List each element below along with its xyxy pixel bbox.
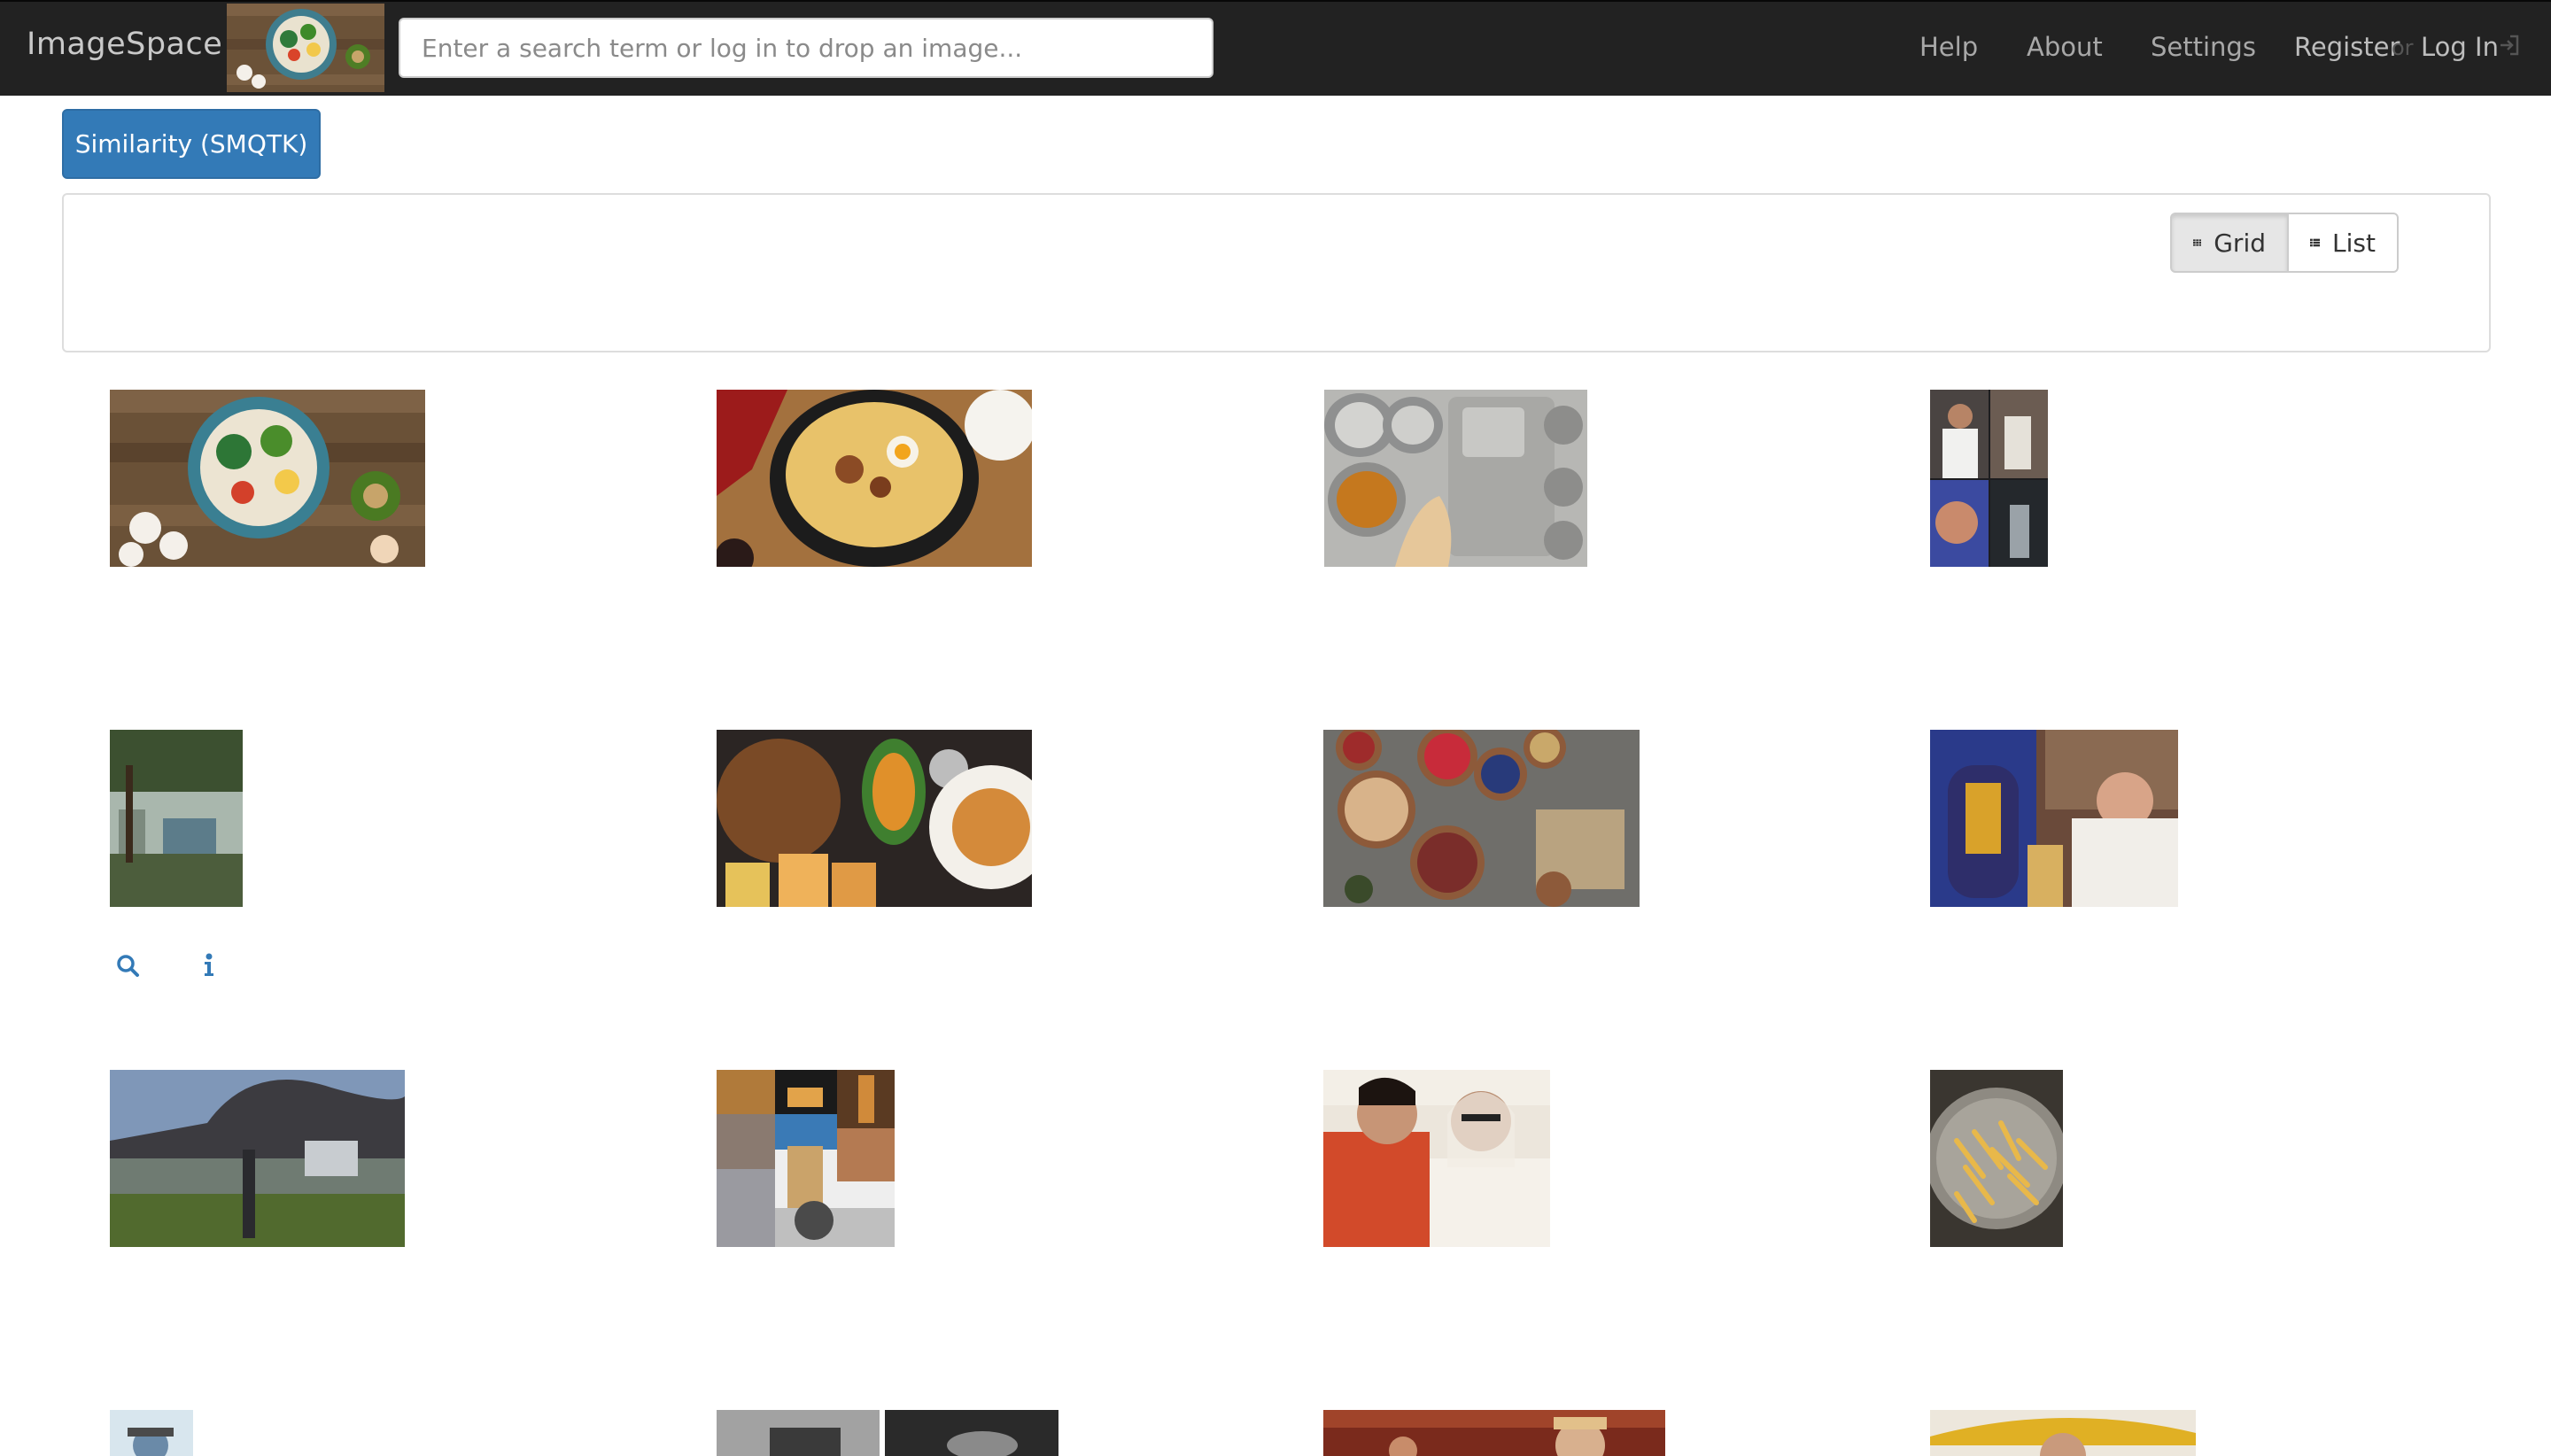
- result-image-thumbnail[interactable]: [110, 730, 243, 907]
- similarity-smqtk-button[interactable]: Similarity (SMQTK): [62, 109, 321, 179]
- result-image-thumbnail[interactable]: [110, 1410, 193, 1456]
- result-image-thumbnail[interactable]: [717, 1410, 1058, 1456]
- drop-image-thumbnail[interactable]: [227, 4, 384, 92]
- result-image-thumbnail[interactable]: [1930, 390, 2048, 567]
- result-image-thumbnail[interactable]: [110, 390, 425, 567]
- result-image-thumbnail[interactable]: [1324, 390, 1587, 567]
- result-image-thumbnail[interactable]: [1930, 730, 2178, 907]
- view-toggle-group: Grid List: [2170, 213, 2399, 273]
- grid-view-label: Grid: [2214, 228, 2266, 258]
- result-image-thumbnail[interactable]: [1323, 1070, 1550, 1247]
- nav-login-link[interactable]: Log In: [2421, 32, 2499, 62]
- result-image-thumbnail[interactable]: [1323, 1410, 1665, 1456]
- list-icon: [2310, 238, 2321, 247]
- result-image-thumbnail[interactable]: [717, 390, 1032, 567]
- list-view-label: List: [2332, 228, 2376, 258]
- nav-register-link[interactable]: Register: [2294, 32, 2400, 62]
- nav-about-link[interactable]: About: [2027, 32, 2103, 62]
- nav-help-link[interactable]: Help: [1919, 32, 1978, 62]
- nav-settings-link[interactable]: Settings: [2151, 32, 2256, 62]
- login-icon[interactable]: [2498, 34, 2521, 57]
- grid-icon: [2193, 239, 2202, 246]
- list-view-button[interactable]: List: [2289, 213, 2399, 273]
- grid-view-button[interactable]: Grid: [2170, 213, 2289, 273]
- nav-or-text: or: [2392, 35, 2414, 60]
- result-image-thumbnail[interactable]: [1323, 730, 1640, 907]
- info-icon[interactable]: [202, 953, 216, 978]
- brand-logo[interactable]: ImageSpace: [27, 27, 222, 62]
- result-image-thumbnail[interactable]: [1930, 1410, 2196, 1456]
- results-panel: Grid List: [62, 193, 2491, 352]
- result-image-thumbnail[interactable]: [110, 1070, 405, 1247]
- navbar: ImageSpace Help About Settings Register …: [0, 0, 2551, 96]
- result-image-thumbnail[interactable]: [1930, 1070, 2063, 1247]
- result-image-thumbnail[interactable]: [717, 730, 1032, 907]
- search-input[interactable]: [399, 18, 1213, 78]
- search-icon[interactable]: [115, 953, 140, 978]
- result-image-thumbnail[interactable]: [717, 1070, 895, 1247]
